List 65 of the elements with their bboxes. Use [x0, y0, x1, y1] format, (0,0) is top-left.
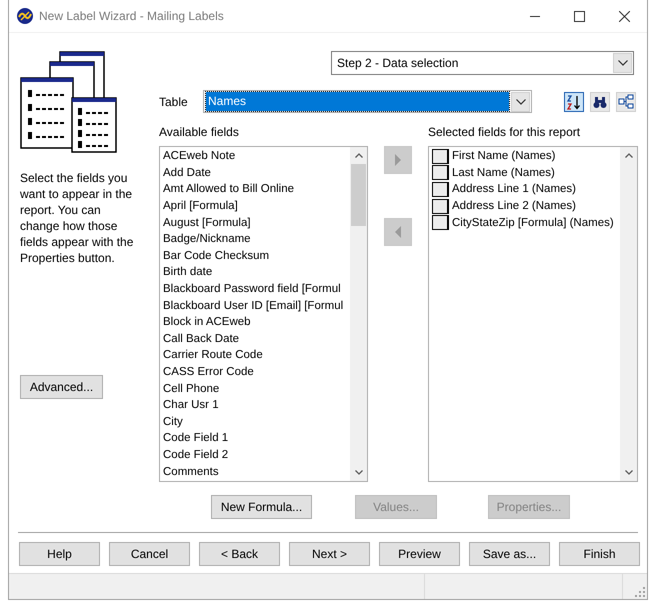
- scrollbar-thumb[interactable]: [351, 164, 366, 226]
- resize-grip-icon: [635, 587, 645, 597]
- add-field-arrow-icon: [392, 153, 404, 167]
- list-item[interactable]: Amt Allowed to Bill Online: [163, 181, 294, 198]
- cancel-button[interactable]: Cancel: [109, 542, 190, 566]
- advanced-button[interactable]: Advanced...: [20, 375, 103, 399]
- back-button[interactable]: < Back: [199, 542, 280, 566]
- help-button[interactable]: Help: [19, 542, 100, 566]
- list-item[interactable]: Comments: [163, 464, 219, 480]
- list-item[interactable]: Address Line 2 (Names): [452, 198, 576, 214]
- instructions-text: Select the fields you want to appear in the report. You can change how those fields appear with the Properties button.: [20, 170, 134, 266]
- save-as-button[interactable]: Save as...: [469, 542, 550, 566]
- list-item[interactable]: CASS Error Code: [163, 364, 254, 380]
- scroll-down-icon: [354, 470, 362, 475]
- selected-fields-label: Selected fields for this report: [428, 125, 580, 139]
- list-item[interactable]: Blackboard Password field [Formul: [163, 281, 341, 298]
- list-item[interactable]: Badge/Nickname: [163, 231, 251, 248]
- scrollbar[interactable]: [620, 147, 637, 481]
- scrollbar[interactable]: [350, 147, 367, 481]
- app-logo-icon: [16, 7, 34, 25]
- list-item[interactable]: ACEweb Note: [163, 148, 236, 164]
- field-icon: [432, 165, 449, 180]
- list-item[interactable]: City: [163, 414, 183, 430]
- list-item[interactable]: CityStateZip [Formula] (Names): [452, 214, 614, 231]
- next-button[interactable]: Next >: [289, 542, 370, 566]
- list-item[interactable]: April [Formula]: [163, 198, 238, 214]
- list-item[interactable]: Bar Code Checksum: [163, 248, 270, 264]
- list-item[interactable]: Birth date: [163, 264, 212, 280]
- finish-button[interactable]: Finish: [559, 542, 640, 566]
- sort-button[interactable]: [564, 92, 584, 112]
- sort-icon: [566, 94, 582, 110]
- scroll-up-icon: [354, 153, 362, 158]
- preview-button[interactable]: Preview: [379, 542, 460, 566]
- table-label: Table: [159, 94, 189, 108]
- list-item[interactable]: Code Field 2: [163, 446, 228, 463]
- list-item[interactable]: Block in ACEweb: [163, 314, 251, 330]
- maximize-icon[interactable]: [574, 10, 585, 22]
- binoculars-button[interactable]: [590, 92, 610, 112]
- list-item[interactable]: Address Line 1 (Names): [452, 181, 576, 198]
- list-item[interactable]: Add Date: [163, 164, 211, 181]
- list-item[interactable]: Blackboard User ID [Email] [Formul: [163, 298, 344, 314]
- list-item[interactable]: Cell Phone: [163, 380, 220, 397]
- scroll-down-icon: [624, 470, 632, 475]
- field-icon: [432, 215, 449, 230]
- field-icon: [432, 198, 449, 214]
- field-list[interactable]: First Name (Names) Last Name (Names) Address Line 1 (Names) Address Line 2 (Names) CityStateZip [Formula] (Names): [428, 146, 638, 482]
- relations-icon: [618, 94, 634, 110]
- list-item[interactable]: First Name (Names): [452, 148, 556, 164]
- window-title: New Label Wizard - Mailing Labels: [39, 9, 225, 23]
- list-item[interactable]: August [Formula]: [163, 214, 251, 231]
- list-item[interactable]: Last Name (Names): [452, 164, 555, 181]
- step-dropdown[interactable]: Step 2 - Data selection: [331, 51, 634, 75]
- scroll-up-icon: [624, 153, 632, 158]
- field-action-button[interactable]: New Formula...: [211, 495, 312, 519]
- list-item[interactable]: Char Usr 1: [163, 397, 219, 414]
- relations-button[interactable]: [616, 92, 636, 112]
- list-item[interactable]: Code Field 1: [163, 430, 228, 446]
- available-fields-label: Available fields: [159, 125, 240, 139]
- field-icon: [432, 182, 449, 197]
- close-icon[interactable]: [619, 10, 630, 22]
- field-list[interactable]: [159, 146, 368, 482]
- list-item[interactable]: Carrier Route Code: [163, 347, 263, 364]
- list-item[interactable]: Call Back Date: [163, 330, 240, 347]
- table-dropdown[interactable]: Names: [203, 90, 532, 113]
- field-icon: [432, 148, 449, 164]
